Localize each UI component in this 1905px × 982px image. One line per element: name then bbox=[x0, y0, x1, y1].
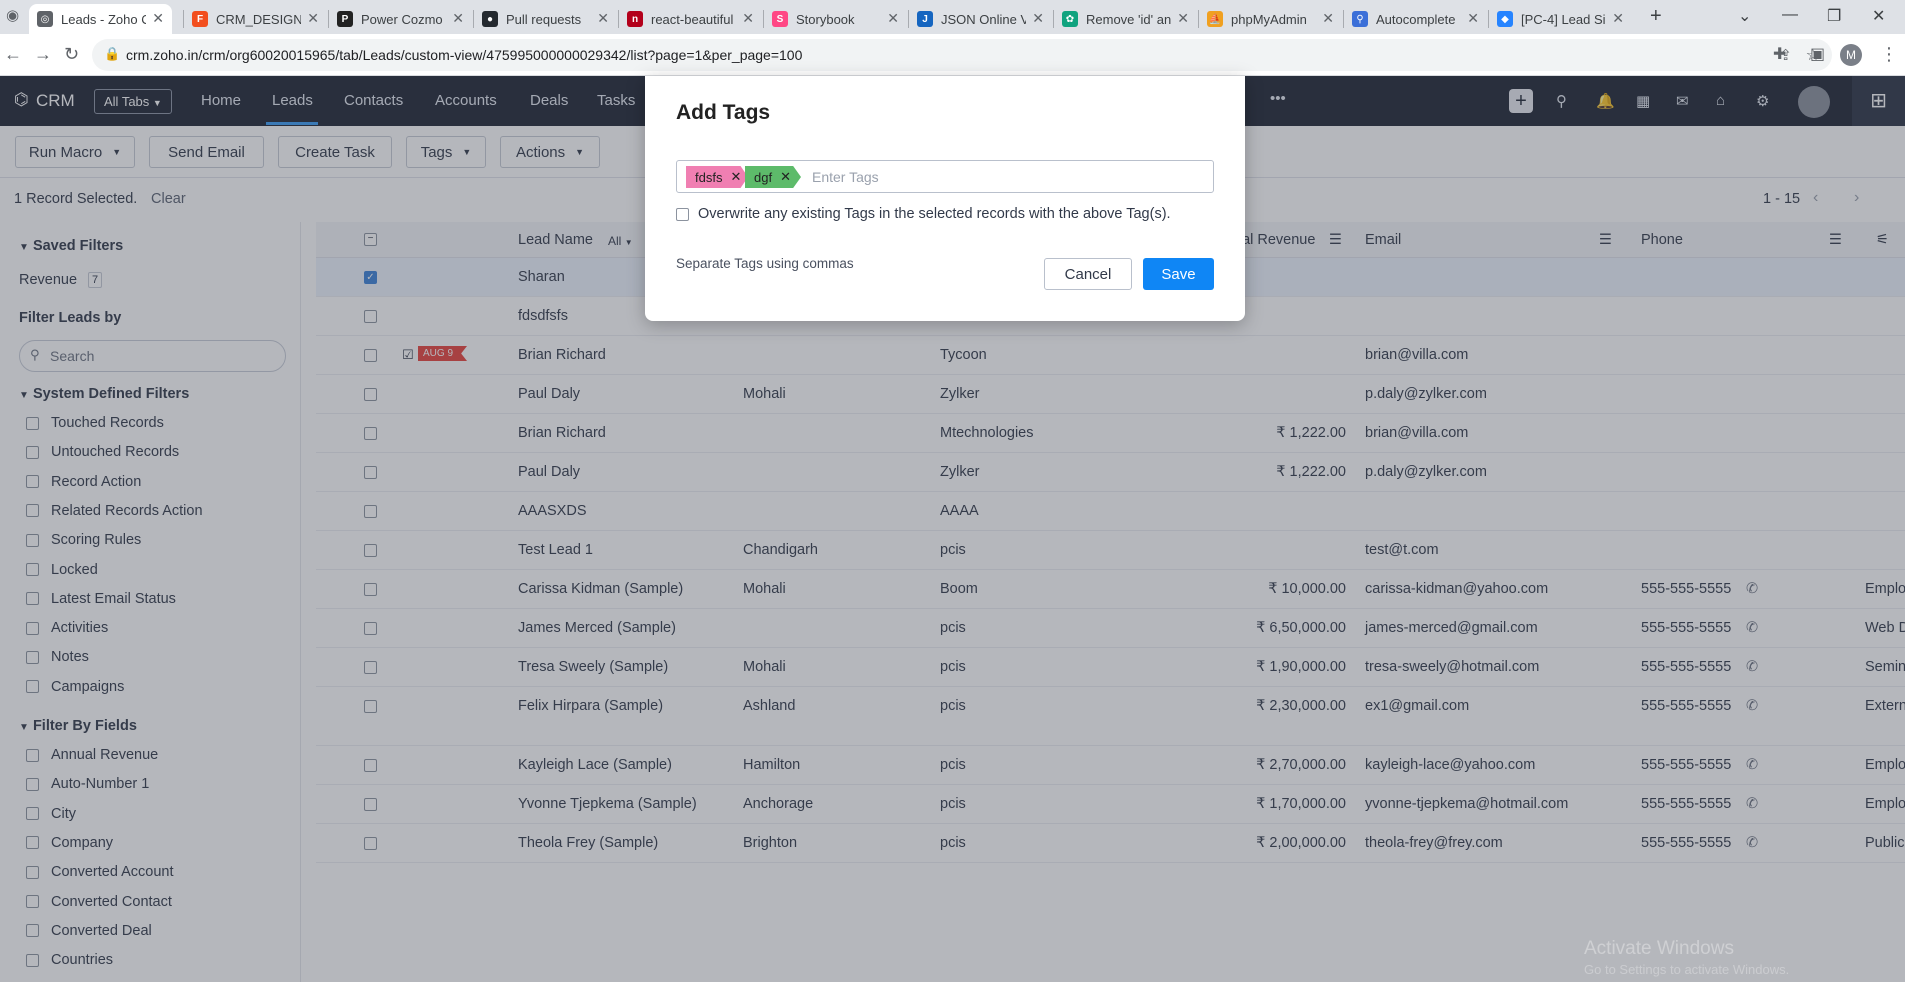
tab-title: JSON Online Va bbox=[941, 11, 1026, 27]
close-tab-icon[interactable]: ✕ bbox=[1032, 10, 1044, 27]
tag-input-field[interactable]: fdsfs ✕ dgf ✕ Enter Tags bbox=[676, 160, 1214, 193]
close-tab-icon[interactable]: ✕ bbox=[1612, 10, 1624, 27]
windows-watermark-sub: Go to Settings to activate Windows. bbox=[1584, 962, 1790, 977]
overwrite-checkbox[interactable] bbox=[676, 207, 689, 221]
browser-tab[interactable]: ⚲ Autocomplete ✕ bbox=[1344, 4, 1487, 34]
tab-separator bbox=[1053, 10, 1054, 28]
tab-favicon-icon: ✿ bbox=[1062, 11, 1078, 27]
tab-title: Storybook bbox=[796, 11, 855, 27]
dialog-title: Add Tags bbox=[676, 101, 771, 124]
tab-title: Power Cozmo bbox=[361, 11, 443, 27]
lock-icon[interactable]: 🔒 bbox=[104, 46, 120, 62]
tab-separator bbox=[908, 10, 909, 28]
tab-favicon-icon: ⛵ bbox=[1207, 11, 1223, 27]
tab-separator bbox=[473, 10, 474, 28]
address-bar: ← → ↻ 🔒 crm.zoho.in/crm/org60020015965/t… bbox=[0, 34, 1905, 76]
tag-chip: dgf ✕ bbox=[745, 166, 801, 188]
overwrite-label: Overwrite any existing Tags in the selec… bbox=[698, 206, 1171, 222]
tab-title: phpMyAdmin bbox=[1231, 11, 1307, 27]
close-tab-icon[interactable]: ✕ bbox=[742, 10, 754, 27]
close-tab-icon[interactable]: ✕ bbox=[597, 10, 609, 27]
browser-menu-icon[interactable]: ◉ bbox=[6, 6, 19, 24]
remove-tag-icon[interactable]: ✕ bbox=[730, 169, 741, 185]
close-tab-icon[interactable]: ✕ bbox=[887, 10, 899, 27]
new-tab-icon[interactable]: + bbox=[1650, 5, 1662, 28]
close-tab-icon[interactable]: ✕ bbox=[1177, 10, 1189, 27]
browser-tab[interactable]: ✿ Remove 'id' an ✕ bbox=[1054, 4, 1197, 34]
browser-tab[interactable]: n react-beautiful ✕ bbox=[619, 4, 762, 34]
minimize-icon[interactable]: — bbox=[1782, 6, 1798, 24]
close-tab-icon[interactable]: ✕ bbox=[307, 10, 319, 27]
overwrite-tags-option[interactable]: Overwrite any existing Tags in the selec… bbox=[676, 206, 1171, 222]
tag-label: fdsfs bbox=[695, 169, 723, 185]
tab-separator bbox=[618, 10, 619, 28]
add-tags-dialog: Add Tags fdsfs ✕ dgf ✕ Enter Tags Overwrit… bbox=[645, 76, 1245, 321]
tag-label: dgf bbox=[754, 169, 773, 185]
browser-more-icon[interactable]: ⋮ bbox=[1880, 44, 1898, 65]
windows-watermark: Activate Windows bbox=[1584, 938, 1734, 959]
browser-tab-strip: ◉ ◎ Leads - Zoho CRM ✕ F CRM_DESIGNS ✕ P Power … bbox=[0, 0, 1905, 34]
browser-tab[interactable]: J JSON Online Va ✕ bbox=[909, 4, 1052, 34]
tab-favicon-icon: ● bbox=[482, 11, 498, 27]
close-window-icon[interactable]: ✕ bbox=[1872, 6, 1885, 26]
forward-icon[interactable]: → bbox=[34, 44, 52, 65]
maximize-icon[interactable]: ❐ bbox=[1827, 6, 1841, 26]
remove-tag-icon[interactable]: ✕ bbox=[780, 169, 791, 185]
tab-favicon-icon: ⚲ bbox=[1352, 11, 1368, 27]
save-button[interactable]: Save bbox=[1143, 258, 1214, 290]
browser-tab[interactable]: F CRM_DESIGNS ✕ bbox=[184, 4, 327, 34]
tag-input-placeholder[interactable]: Enter Tags bbox=[812, 169, 879, 185]
extensions-icon[interactable]: ✚ bbox=[1773, 44, 1786, 64]
sidepanel-icon[interactable]: ▣ bbox=[1810, 44, 1825, 64]
close-tab-icon[interactable]: ✕ bbox=[452, 10, 464, 27]
tab-title: Autocomplete bbox=[1376, 11, 1456, 27]
tab-separator bbox=[328, 10, 329, 28]
tab-title: Leads - Zoho CRM bbox=[61, 11, 146, 27]
tab-title: [PC-4] Lead Sin bbox=[1521, 11, 1606, 27]
url-text: crm.zoho.in/crm/org60020015965/tab/Leads… bbox=[126, 47, 803, 63]
tag-hint-text: Separate Tags using commas bbox=[676, 256, 854, 271]
tab-title: Pull requests bbox=[506, 11, 582, 27]
browser-tab[interactable]: ● Pull requests ✕ bbox=[474, 4, 617, 34]
tab-separator bbox=[1488, 10, 1489, 28]
close-tab-icon[interactable]: ✕ bbox=[152, 10, 164, 27]
tab-title: CRM_DESIGNS bbox=[216, 11, 301, 27]
close-tab-icon[interactable]: ✕ bbox=[1322, 10, 1334, 27]
browser-tab[interactable]: ◎ Leads - Zoho CRM ✕ bbox=[29, 4, 172, 34]
close-tab-icon[interactable]: ✕ bbox=[1467, 10, 1479, 27]
profile-avatar[interactable]: M bbox=[1840, 44, 1862, 66]
tab-favicon-icon: F bbox=[192, 11, 208, 27]
browser-tab[interactable]: P Power Cozmo ✕ bbox=[329, 4, 472, 34]
tab-separator bbox=[183, 10, 184, 28]
tab-title: Remove 'id' an bbox=[1086, 11, 1171, 27]
tab-separator bbox=[1343, 10, 1344, 28]
tab-favicon-icon: ◆ bbox=[1497, 11, 1513, 27]
cancel-button[interactable]: Cancel bbox=[1044, 258, 1132, 290]
browser-tab[interactable]: ⛵ phpMyAdmin ✕ bbox=[1199, 4, 1342, 34]
url-field[interactable]: 🔒 crm.zoho.in/crm/org60020015965/tab/Lea… bbox=[92, 39, 1832, 71]
browser-tab[interactable]: S Storybook ✕ bbox=[764, 4, 907, 34]
tab-search-icon[interactable]: ⌄ bbox=[1738, 6, 1751, 26]
reload-icon[interactable]: ↻ bbox=[64, 44, 79, 65]
browser-tab[interactable]: ◆ [PC-4] Lead Sin ✕ bbox=[1489, 4, 1632, 34]
tab-separator bbox=[763, 10, 764, 28]
tab-favicon-icon: n bbox=[627, 11, 643, 27]
tab-favicon-icon: J bbox=[917, 11, 933, 27]
tab-favicon-icon: P bbox=[337, 11, 353, 27]
back-icon[interactable]: ← bbox=[4, 44, 22, 65]
tag-chip: fdsfs ✕ bbox=[686, 166, 748, 188]
tab-favicon-icon: S bbox=[772, 11, 788, 27]
tab-title: react-beautiful bbox=[651, 11, 734, 27]
tab-separator bbox=[1198, 10, 1199, 28]
tab-favicon-icon: ◎ bbox=[37, 11, 53, 27]
